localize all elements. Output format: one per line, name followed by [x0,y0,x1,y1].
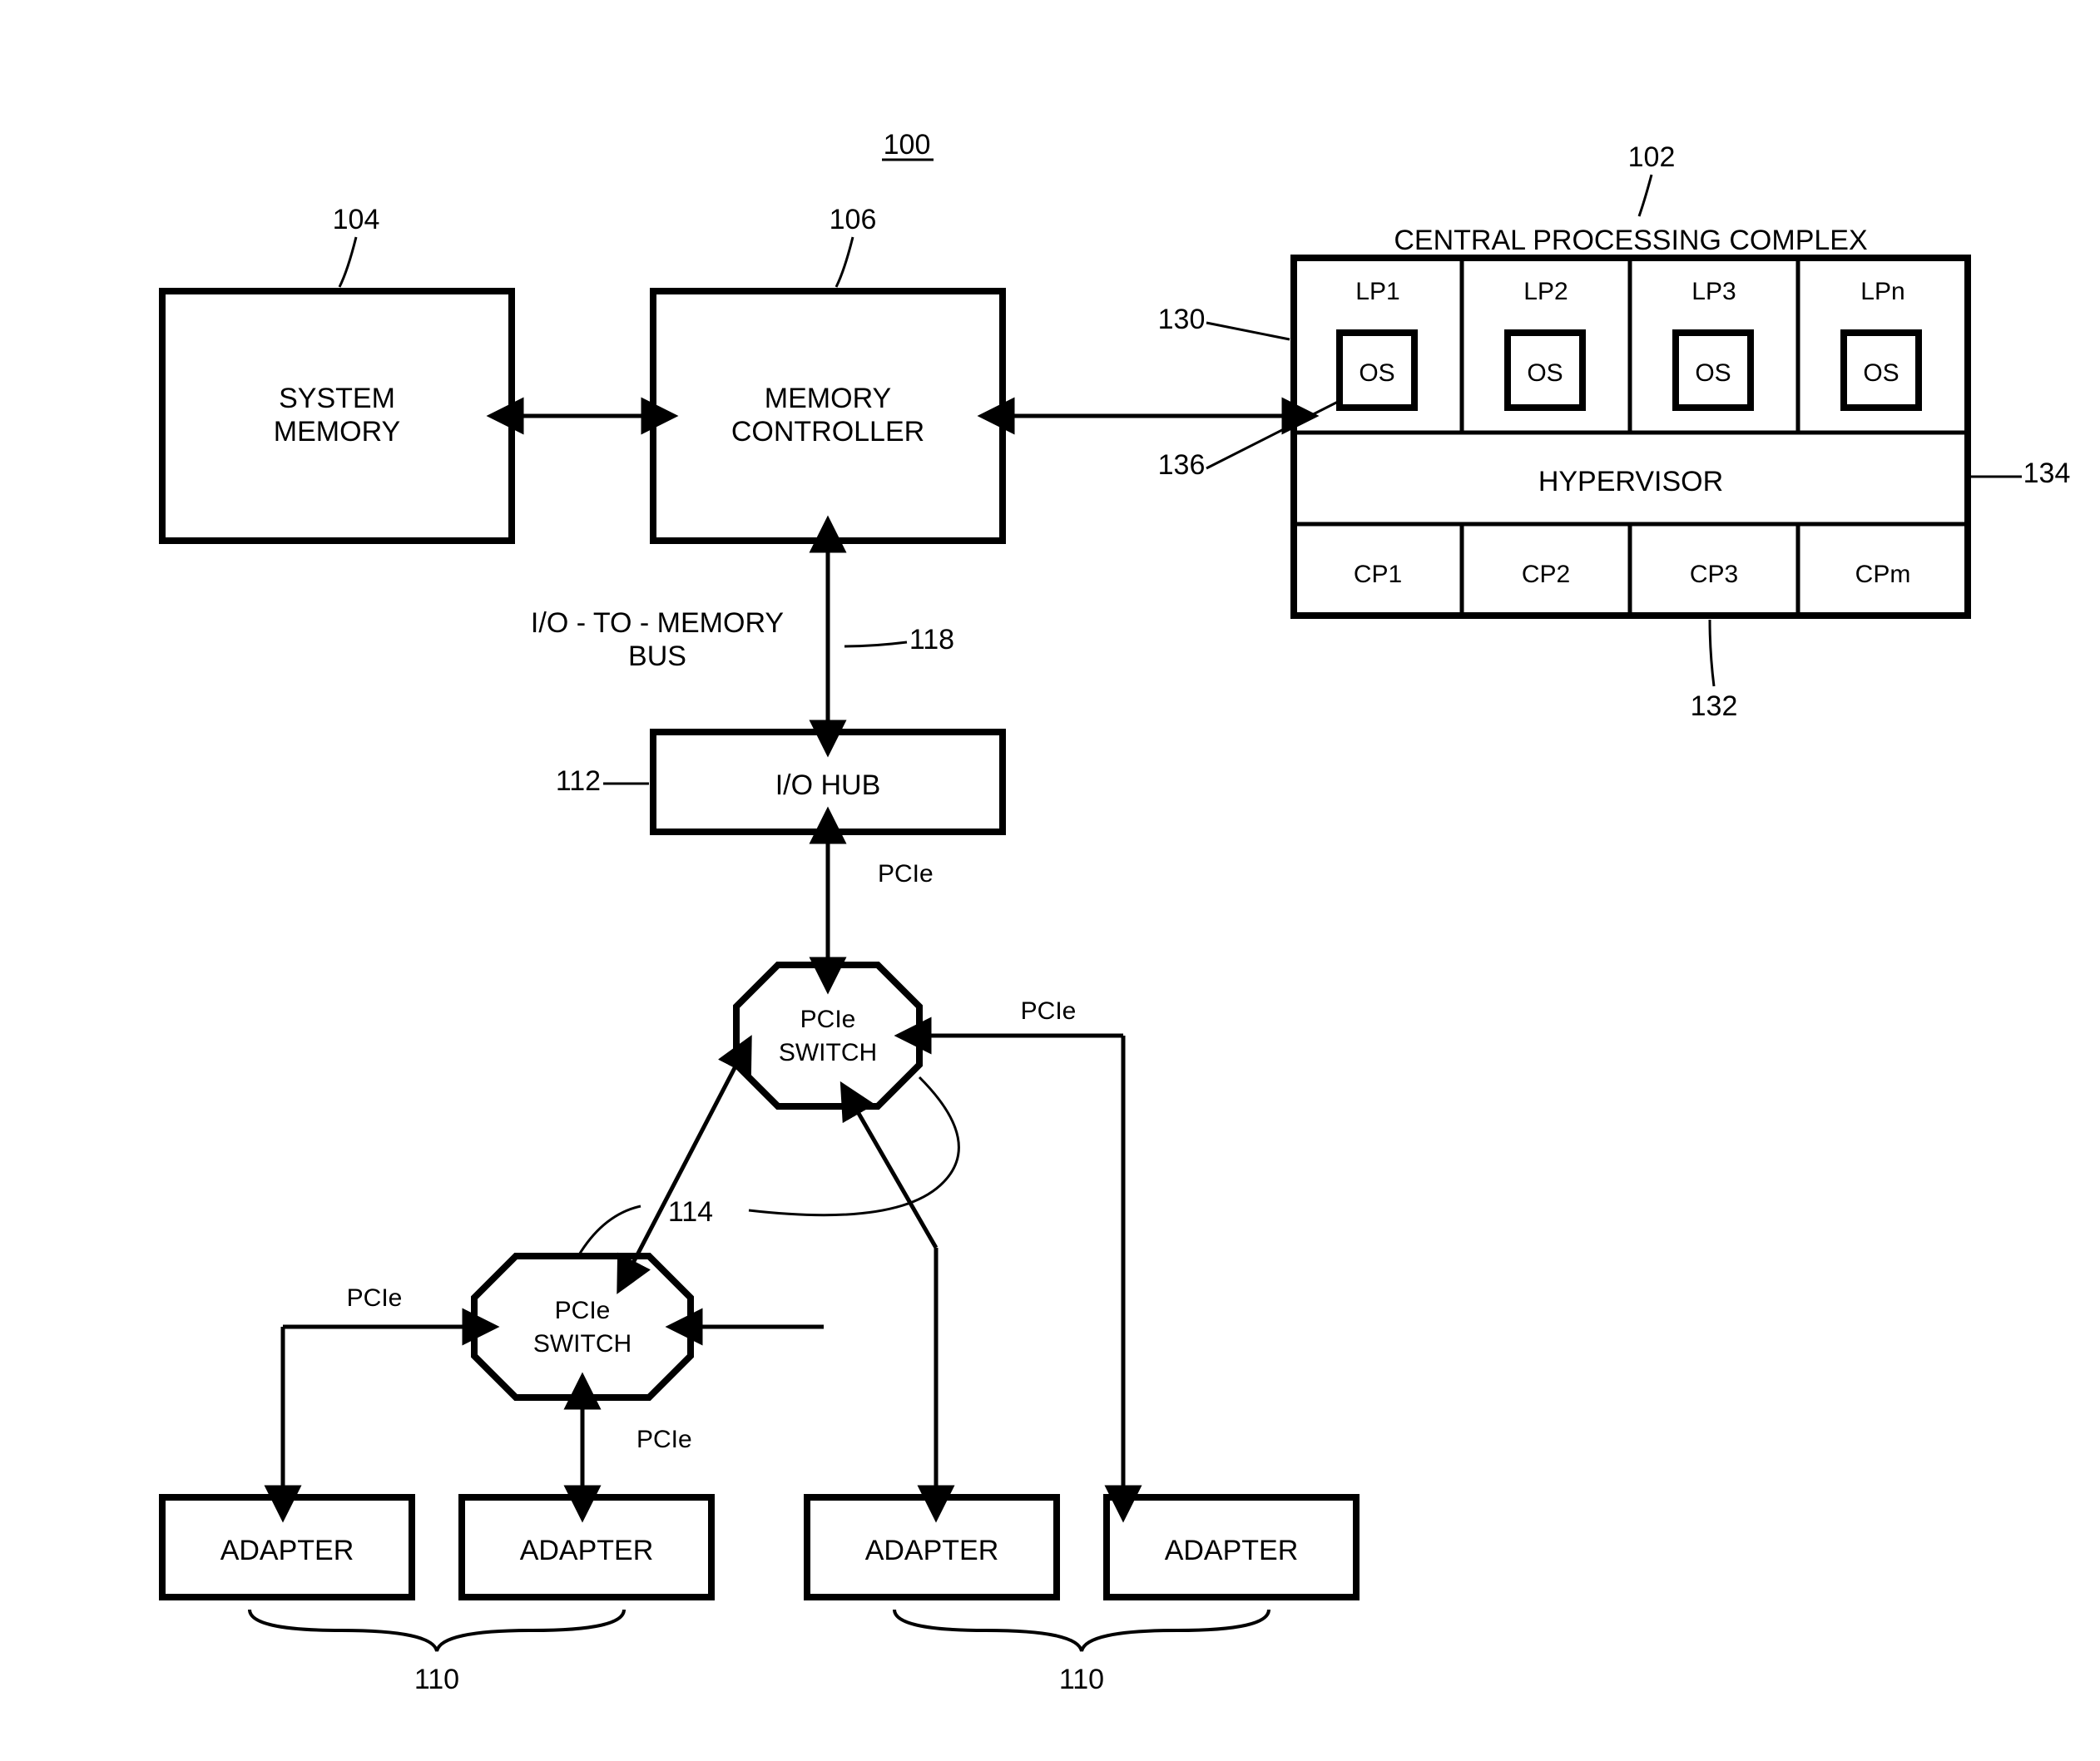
ref-cpc: 102 [1628,141,1676,173]
cp3-label: CP3 [1690,561,1738,588]
pcie-link-1: PCIe [878,860,934,888]
ref-adapters-right: 110 [1059,1664,1104,1695]
cpm-label: CPm [1855,561,1911,588]
adapter-1-label: ADAPTER [220,1535,354,1566]
adapter-2: ADAPTER [462,1497,711,1597]
lp2-label: LP2 [1523,278,1568,305]
memory-controller-l2: CONTROLLER [731,416,924,448]
ref-os: 136 [1158,449,1206,481]
lp-row: LP1 OS LP2 OS LP3 OS LPn OS [1294,258,1968,433]
ref-memctl: 106 [830,204,877,235]
lpn-label: LPn [1860,278,1904,305]
pcie-link-left-bot: PCIe [347,1284,403,1312]
lp3-label: LP3 [1691,278,1736,305]
lp1-os: OS [1359,359,1394,387]
memory-controller-l1: MEMORY [765,383,891,414]
ref-bus: 118 [909,624,954,655]
bus-label-bot: BUS [628,641,686,672]
lpn-os: OS [1863,359,1899,387]
pcie-link-down-bot: PCIe [636,1426,692,1453]
adapter-2-label: ADAPTER [520,1535,654,1566]
ref-main: 100 [884,129,931,161]
cp1-label: CP1 [1354,561,1402,588]
ref-adapters-left: 110 [414,1664,459,1695]
lp1-label: LP1 [1355,278,1399,305]
top-switch-l2: SWITCH [779,1039,877,1066]
ref-lp: 130 [1158,304,1206,335]
hypervisor-label: HYPERVISOR [1538,466,1723,497]
pcie-switch-bottom: PCIe SWITCH [474,1256,691,1397]
ref-sysmem: 104 [333,204,380,235]
cpc-title: CENTRAL PROCESSING COMPLEX [1394,225,1867,256]
pcie-switch-top: PCIe SWITCH [736,965,919,1106]
adapter-3: ADAPTER [807,1497,1057,1597]
adapter-3-label: ADAPTER [865,1535,999,1566]
ref-switch: 114 [668,1196,713,1228]
bottom-switch-l1: PCIe [555,1297,611,1324]
cp2-label: CP2 [1522,561,1570,588]
adapter-4-label: ADAPTER [1165,1535,1299,1566]
ref-cp: 132 [1691,690,1738,722]
diagram-root: 100 SYSTEM MEMORY 104 MEMORY CONTROLLER … [0,0,2100,1761]
adapter-4: ADAPTER [1107,1497,1356,1597]
lp3-os: OS [1695,359,1731,387]
adapter-1: ADAPTER [162,1497,412,1597]
bottom-switch-l2: SWITCH [533,1330,631,1358]
top-switch-l1: PCIe [800,1006,856,1033]
system-memory-l2: MEMORY [274,416,400,448]
pcie-link-right-top: PCIe [1021,997,1077,1025]
lp2-os: OS [1527,359,1563,387]
ref-hyp: 134 [2023,458,2071,489]
io-hub-label: I/O HUB [775,769,881,801]
system-memory-l1: SYSTEM [279,383,395,414]
ref-iohub: 112 [556,765,601,797]
cp-row: CP1 CP2 CP3 CPm [1294,524,1968,616]
bus-label-top: I/O - TO - MEMORY [531,607,784,639]
